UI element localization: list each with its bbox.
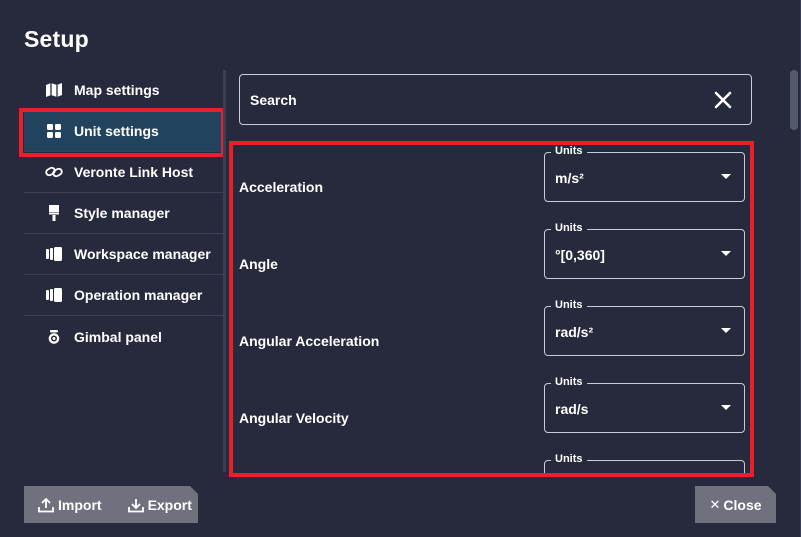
unit-row: Angle Units °[0,360] [233,222,750,299]
unit-select-value: rad/s² [555,324,594,340]
sidebar-item-workspace-manager[interactable]: Workspace manager [24,234,224,275]
sidebar-item-label: Workspace manager [74,246,211,262]
camera-icon [44,329,64,345]
unit-row: Acceleration Units m/s² [233,145,750,222]
sidebar-item-label: Operation manager [74,287,203,303]
sidebar: Map settings Unit settings Veronte Link … [24,70,224,357]
unit-select-legend: Units [551,299,587,311]
close-button[interactable]: ✕ Close [695,486,776,523]
unit-select[interactable]: Units m/s² [544,145,745,202]
upload-icon [38,497,54,513]
search-input[interactable] [250,91,690,108]
sidebar-item-gimbal-panel[interactable]: Gimbal panel [24,316,224,357]
sidebar-item-label: Veronte Link Host [74,164,194,180]
cards-icon [44,246,64,262]
unit-select[interactable]: Units [544,453,745,473]
unit-row-label: Angle [239,256,278,272]
unit-row: Units [233,453,750,473]
unit-select-value: rad/s [555,401,589,417]
sidebar-divider [223,70,226,472]
close-icon[interactable] [713,90,733,110]
unit-row-label: Acceleration [239,179,324,195]
unit-select[interactable]: Units rad/s [544,376,745,433]
close-label: Close [723,496,762,513]
unit-row: Angular Acceleration Units rad/s² [233,299,750,376]
download-icon [127,497,144,513]
unit-settings-list: Acceleration Units m/s² Angle Units °[0,… [233,145,750,473]
map-icon [44,82,64,98]
dialog-title: Setup [24,26,89,52]
unit-select[interactable]: Units °[0,360] [544,222,745,279]
unit-row-label: Angular Velocity [239,410,349,426]
unit-select-value: °[0,360] [555,247,605,263]
setup-dialog: Setup Map settings Unit settings Veronte… [0,0,801,537]
unit-row-label: Angular Acceleration [239,333,380,349]
sidebar-item-label: Style manager [74,205,170,221]
sidebar-item-style-manager[interactable]: Style manager [24,193,224,234]
import-label: Import [58,496,102,513]
sidebar-item-label: Map settings [74,82,160,98]
caret-down-icon [721,174,731,179]
export-button[interactable]: Export [127,486,192,523]
sidebar-item-unit-settings[interactable]: Unit settings [24,111,224,152]
unit-row: Angular Velocity Units rad/s [233,376,750,453]
unit-select-legend: Units [551,145,587,157]
caret-down-icon [721,251,731,256]
caret-down-icon [721,405,731,410]
search-box [239,74,752,125]
brush-icon [44,205,64,221]
close-x-icon: ✕ [709,496,721,512]
unit-select-legend: Units [551,376,587,388]
sidebar-item-label: Gimbal panel [74,328,162,345]
unit-select[interactable]: Units rad/s² [544,299,745,356]
sidebar-item-label: Unit settings [74,123,159,139]
cards-icon [44,287,64,303]
unit-select-legend: Units [551,222,587,234]
unit-select-legend: Units [551,453,587,465]
scrollbar-thumb[interactable] [790,70,798,130]
unit-select-value: m/s² [555,170,584,186]
sidebar-item-operation-manager[interactable]: Operation manager [24,275,224,316]
import-button[interactable]: Import [38,486,102,523]
export-label: Export [147,496,192,513]
grid-icon [44,123,64,139]
sidebar-item-map-settings[interactable]: Map settings [24,70,224,111]
sidebar-item-veronte-link-host[interactable]: Veronte Link Host [24,152,224,193]
footer-import-export: Import Export [24,486,198,523]
caret-down-icon [721,328,731,333]
link-icon [44,164,64,180]
